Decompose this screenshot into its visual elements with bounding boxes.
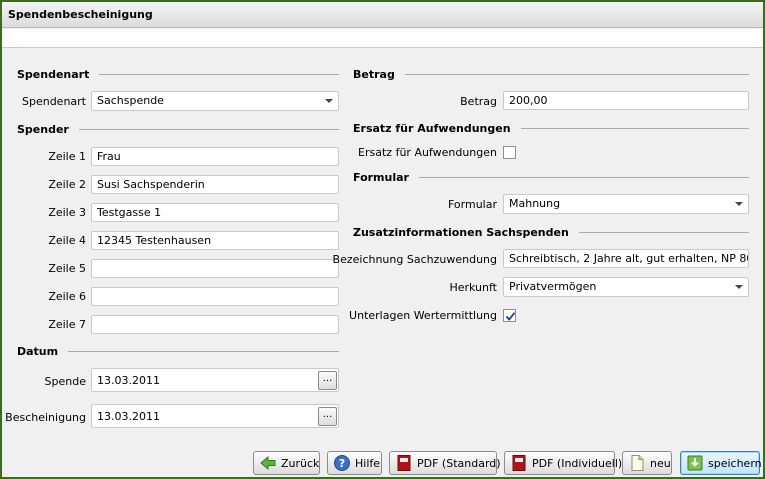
spender-line-input-2[interactable]: Susi Sachspenderin: [91, 175, 339, 194]
betrag-label: Betrag: [460, 95, 497, 108]
toolbar-strip: [2, 29, 763, 48]
spender-line-label: Zeile 2: [48, 178, 86, 191]
unterlagen-label: Unterlagen Wertermittlung: [349, 309, 497, 322]
spender-line-label: Zeile 6: [48, 290, 86, 303]
divider: [99, 73, 339, 75]
formular-value: Mahnung: [509, 197, 561, 210]
spender-line-input-4[interactable]: 12345 Testenhausen: [91, 231, 339, 250]
herkunft-value: Privatvermögen: [509, 280, 597, 293]
section-title: Spender: [17, 122, 69, 136]
section-ersatz: Ersatz für Aufwendungen: [353, 121, 749, 135]
spende-date-picker-button[interactable]: ...: [318, 371, 337, 390]
divider: [578, 231, 749, 233]
divider: [404, 73, 749, 75]
new-button-label: neu: [650, 456, 671, 470]
divider: [418, 176, 749, 178]
help-button-label: Hilfe: [355, 456, 381, 470]
section-title: Ersatz für Aufwendungen: [353, 121, 511, 135]
arrow-left-icon: [260, 455, 276, 471]
section-betrag: Betrag: [353, 67, 749, 81]
spender-line-input-7[interactable]: [91, 315, 339, 334]
section-title: Betrag: [353, 67, 395, 81]
checkmark-icon: [505, 312, 516, 321]
back-button[interactable]: Zurück: [253, 451, 320, 475]
save-icon: [687, 455, 703, 471]
spender-line-input-6[interactable]: [91, 287, 339, 306]
spender-line-value: Testgasse 1: [97, 206, 162, 219]
spendenart-label: Spendenart: [21, 95, 86, 108]
pdf-individuell-button[interactable]: PDF (Individuell): [504, 451, 622, 475]
chevron-down-icon: [735, 285, 743, 289]
spender-line-value: Susi Sachspenderin: [97, 178, 205, 191]
section-spender: Spender: [17, 122, 339, 136]
herkunft-select[interactable]: Privatvermögen: [503, 277, 749, 297]
divider: [78, 128, 339, 130]
bescheinigung-date-label: Bescheinigung: [5, 411, 86, 424]
bezeichnung-input[interactable]: Schreibtisch, 2 Jahre alt, gut erhalten,…: [503, 249, 749, 268]
section-spendenart: Spendenart: [17, 67, 339, 81]
section-formular: Formular: [353, 170, 749, 184]
spender-line-input-3[interactable]: Testgasse 1: [91, 203, 339, 222]
spender-line-value: 12345 Testenhausen: [97, 234, 212, 247]
pdf-standard-label: PDF (Standard): [417, 456, 501, 470]
divider: [68, 350, 339, 352]
section-zusatzinformationen: Zusatzinformationen Sachspenden: [353, 225, 749, 239]
new-button[interactable]: neu: [622, 451, 672, 475]
chevron-down-icon: [325, 99, 333, 103]
pdf-icon: [397, 455, 411, 471]
betrag-value: 200,00: [509, 94, 548, 107]
herkunft-label: Herkunft: [449, 281, 497, 294]
window-title: Spendenbescheinigung: [8, 8, 153, 21]
bezeichnung-value: Schreibtisch, 2 Jahre alt, gut erhalten,…: [509, 252, 749, 265]
formular-select[interactable]: Mahnung: [503, 194, 749, 214]
spender-line-input-5[interactable]: [91, 259, 339, 278]
bescheinigung-date-picker-button[interactable]: ...: [318, 407, 337, 426]
divider: [520, 127, 749, 129]
spender-line-label: Zeile 7: [48, 318, 86, 331]
spender-line-label: Zeile 5: [48, 262, 86, 275]
section-title: Spendenart: [17, 67, 90, 81]
betrag-input[interactable]: 200,00: [503, 91, 749, 110]
section-title: Datum: [17, 344, 59, 358]
title-bar: Spendenbescheinigung: [2, 2, 763, 28]
bescheinigung-date-value: 13.03.2011: [97, 410, 160, 423]
pdf-individuell-label: PDF (Individuell): [532, 456, 623, 470]
pdf-standard-button[interactable]: PDF (Standard): [389, 451, 501, 475]
bezeichnung-label: Bezeichnung Sachzuwendung: [332, 253, 497, 266]
back-button-label: Zurück: [281, 456, 320, 470]
spender-line-label: Zeile 1: [48, 150, 86, 163]
bescheinigung-date-field[interactable]: 13.03.2011: [91, 404, 339, 428]
svg-text:?: ?: [339, 457, 345, 470]
spender-line-label: Zeile 3: [48, 206, 86, 219]
spender-line-label: Zeile 4: [48, 234, 86, 247]
save-button-label: speichern: [708, 456, 762, 470]
ersatz-label: Ersatz für Aufwendungen: [358, 146, 497, 159]
spender-line-input-1[interactable]: Frau: [91, 147, 339, 166]
help-button[interactable]: ? Hilfe: [327, 451, 382, 475]
unterlagen-checkbox[interactable]: [503, 309, 516, 322]
help-icon: ?: [334, 455, 350, 471]
formular-label: Formular: [447, 198, 497, 211]
chevron-down-icon: [735, 202, 743, 206]
ersatz-checkbox[interactable]: [503, 146, 516, 159]
spende-date-value: 13.03.2011: [97, 374, 160, 387]
section-title: Formular: [353, 170, 409, 184]
spendenart-value: Sachspende: [97, 94, 164, 107]
spender-line-value: Frau: [97, 150, 121, 163]
new-document-icon: [631, 455, 644, 471]
spende-date-label: Spende: [44, 375, 86, 388]
save-button[interactable]: speichern: [680, 451, 762, 475]
pdf-icon: [512, 455, 526, 471]
spendenart-select[interactable]: Sachspende: [91, 91, 339, 111]
section-title: Zusatzinformationen Sachspenden: [353, 225, 569, 239]
spende-date-field[interactable]: 13.03.2011: [91, 368, 339, 392]
section-datum: Datum: [17, 344, 339, 358]
